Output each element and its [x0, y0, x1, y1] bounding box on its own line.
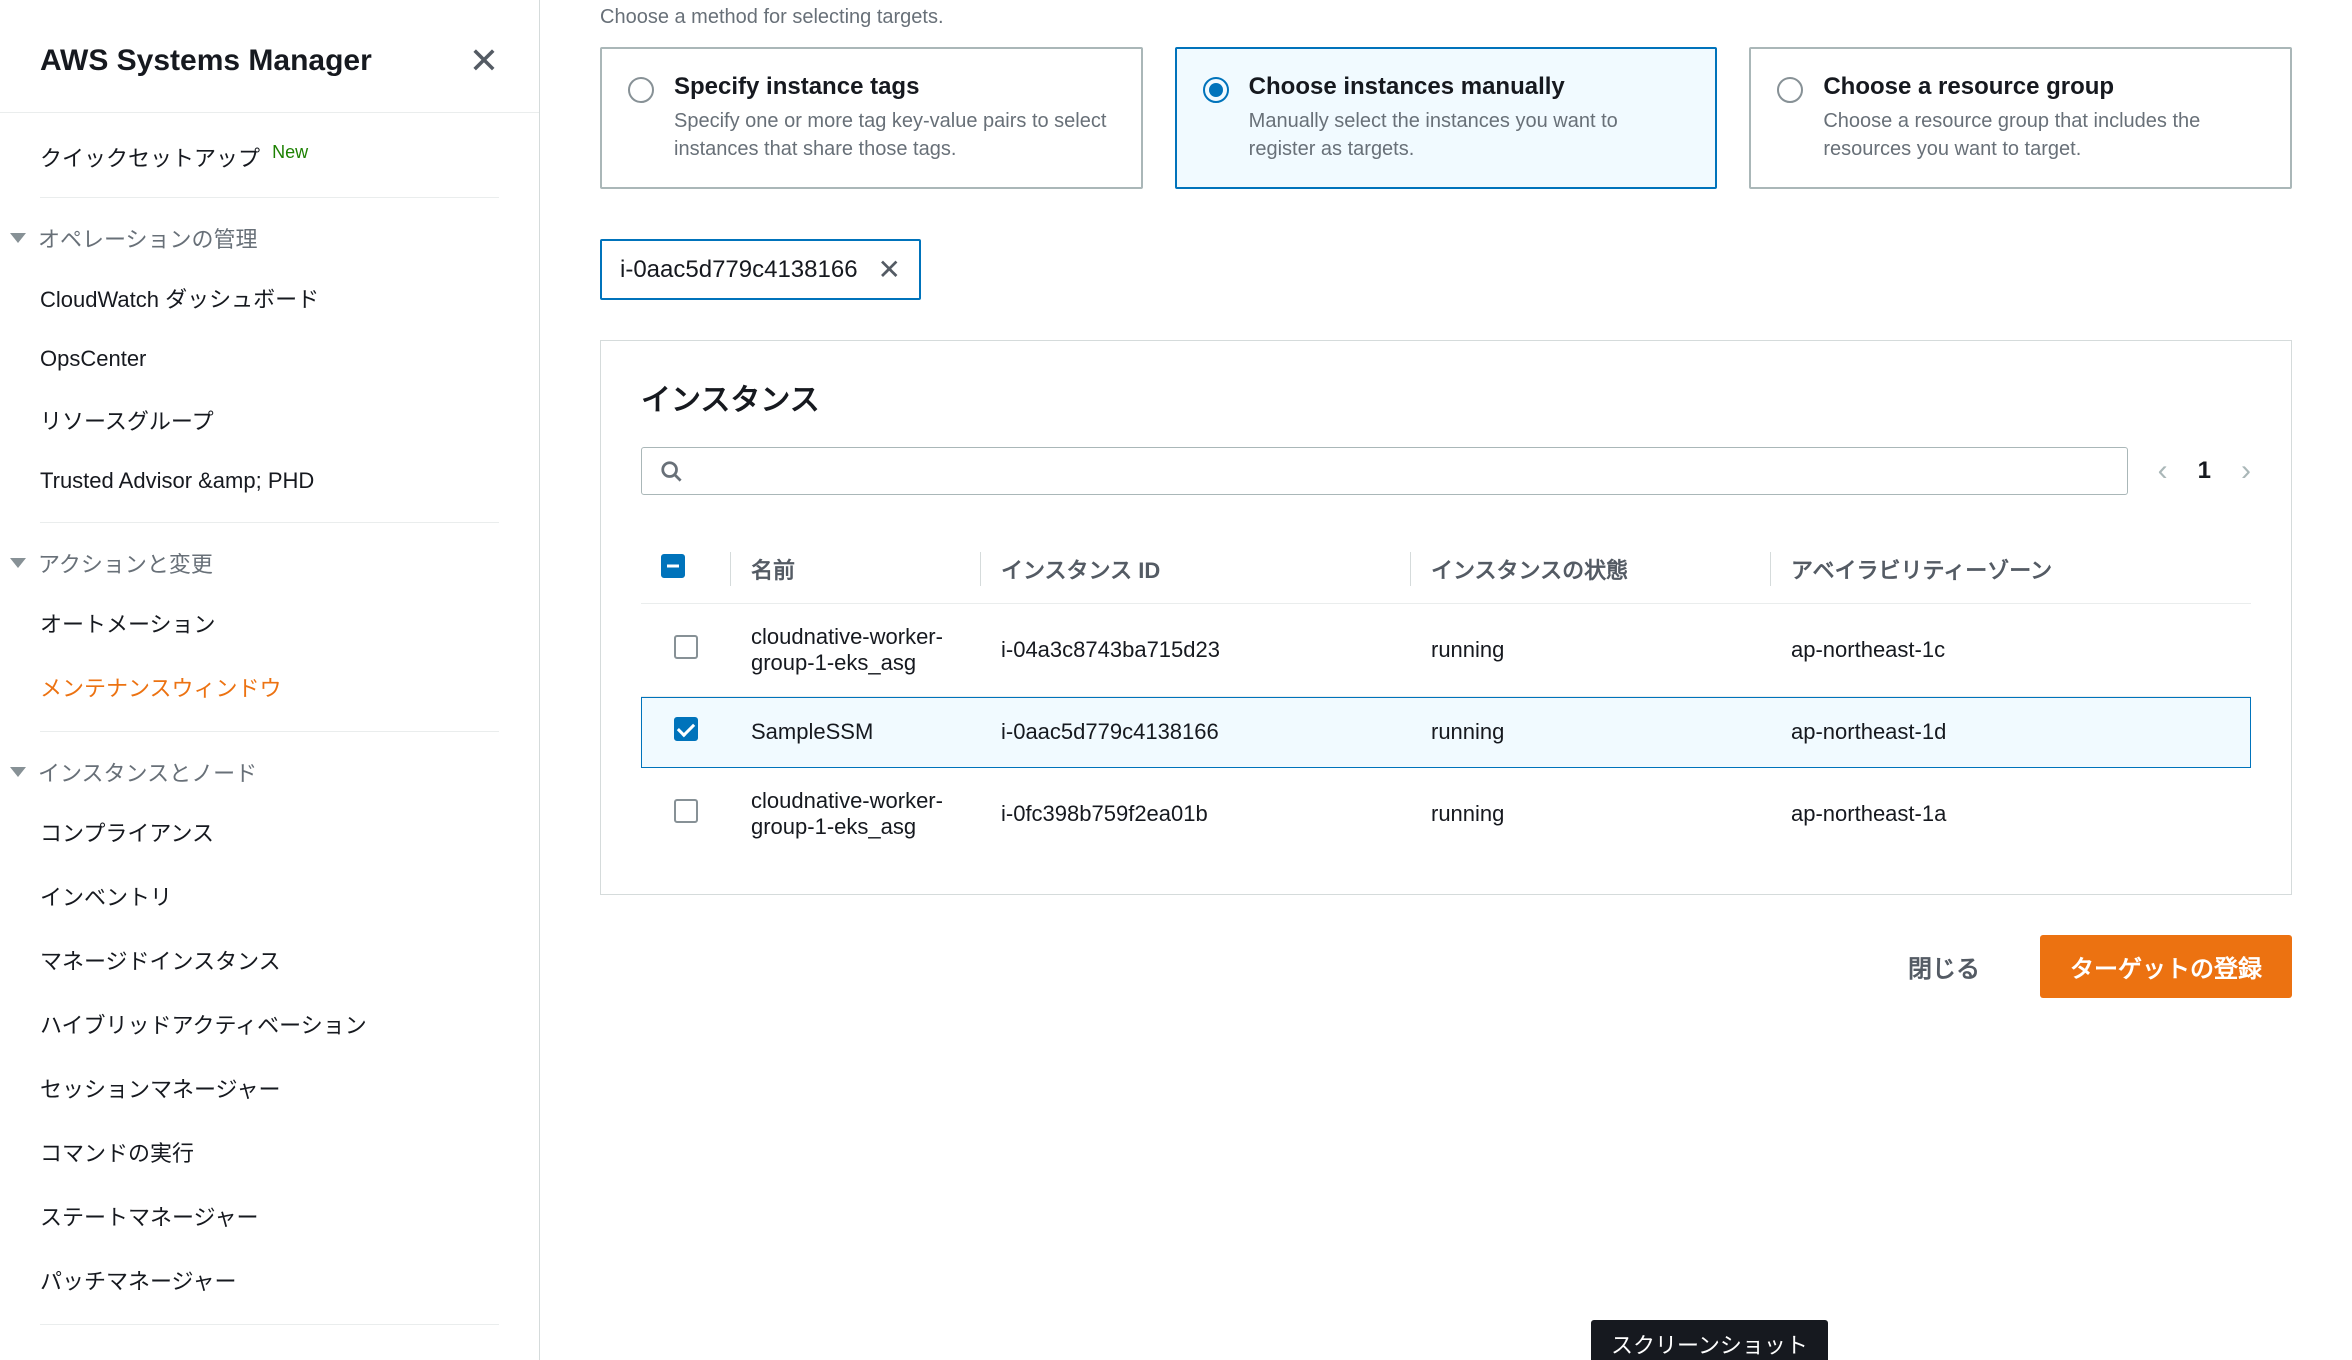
- page-number: 1: [2198, 457, 2211, 485]
- sidebar-item[interactable]: ハイブリッドアクティベーション: [0, 992, 539, 1056]
- screenshot-tooltip: スクリーンショット: [1591, 1320, 1828, 1360]
- sidebar: AWS Systems Manager ✕ クイックセットアップ New オペレ…: [0, 0, 540, 1360]
- sidebar-title: AWS Systems Manager: [40, 44, 372, 78]
- card-title: Specify instance tags: [674, 73, 1115, 101]
- chevron-right-icon[interactable]: ›: [2241, 454, 2251, 488]
- sidebar-item[interactable]: オートメーション: [0, 591, 539, 655]
- sidebar-header: AWS Systems Manager ✕: [0, 40, 539, 113]
- sidebar-item[interactable]: コマンドの実行: [0, 1120, 539, 1184]
- chevron-left-icon[interactable]: ‹: [2158, 454, 2168, 488]
- hint-text: Choose a method for selecting targets.: [600, 0, 2292, 47]
- cell-id: i-0aac5d779c4138166: [981, 697, 1411, 768]
- card-text: Choose instances manually Manually selec…: [1249, 73, 1690, 163]
- sidebar-item[interactable]: コンプライアンス: [0, 800, 539, 864]
- cancel-button[interactable]: 閉じる: [1878, 935, 2010, 998]
- sidebar-section-header[interactable]: アクションと変更: [0, 523, 539, 591]
- radio-icon: [1203, 77, 1229, 103]
- divider: [40, 1324, 499, 1325]
- cell-state: running: [1411, 604, 1771, 697]
- cell-name: cloudnative-worker-group-1-eks_asg: [731, 768, 981, 861]
- token-remove-icon[interactable]: ✕: [878, 253, 901, 286]
- card-desc: Choose a resource group that includes th…: [1823, 107, 2264, 163]
- panel-title: インスタンス: [641, 375, 2251, 419]
- sidebar-section-label: アクションと変更: [38, 547, 213, 579]
- cell-state: running: [1411, 697, 1771, 768]
- instance-token[interactable]: i-0aac5d779c4138166 ✕: [600, 239, 921, 300]
- row-checkbox[interactable]: [674, 717, 698, 741]
- sidebar-section-header[interactable]: オペレーションの管理: [0, 198, 539, 266]
- cell-name: cloudnative-worker-group-1-eks_asg: [731, 604, 981, 697]
- radio-icon: [1777, 77, 1803, 103]
- sidebar-item[interactable]: パッチマネージャー: [0, 1248, 539, 1312]
- sidebar-item[interactable]: セッションマネージャー: [0, 1056, 539, 1120]
- sidebar-item[interactable]: マネージドインスタンス: [0, 928, 539, 992]
- sidebar-item[interactable]: OpsCenter: [0, 330, 539, 388]
- card-title: Choose a resource group: [1823, 73, 2264, 101]
- cell-az: ap-northeast-1c: [1771, 604, 2251, 697]
- cell-id: i-0fc398b759f2ea01b: [981, 768, 1411, 861]
- sidebar-quick-setup-label: クイックセットアップ: [40, 146, 260, 171]
- footer: 閉じる ターゲットの登録: [600, 895, 2292, 1038]
- instances-table: 名前 インスタンス ID インスタンスの状態 アベイラビリティーゾーン clou…: [641, 535, 2251, 860]
- card-desc: Specify one or more tag key-value pairs …: [674, 107, 1115, 163]
- target-method-card[interactable]: Choose instances manually Manually selec…: [1175, 47, 1718, 189]
- close-icon[interactable]: ✕: [469, 40, 499, 82]
- sidebar-quick-setup[interactable]: クイックセットアップ New: [40, 113, 499, 198]
- instances-panel: インスタンス ‹ 1 › 名前 インスタンス ID インスタンスの状態 アベイラ…: [600, 340, 2292, 895]
- table-row[interactable]: cloudnative-worker-group-1-eks_asg i-0fc…: [641, 768, 2251, 861]
- sidebar-item[interactable]: ステートマネージャー: [0, 1184, 539, 1248]
- sidebar-item[interactable]: CloudWatch ダッシュボード: [0, 266, 539, 330]
- sidebar-section-label: インスタンスとノード: [38, 756, 257, 788]
- card-text: Specify instance tags Specify one or mor…: [674, 73, 1115, 163]
- sidebar-section-header[interactable]: インスタンスとノード: [0, 732, 539, 800]
- submit-button[interactable]: ターゲットの登録: [2040, 935, 2292, 998]
- pagination: ‹ 1 ›: [2158, 454, 2251, 488]
- search-row: ‹ 1 ›: [641, 447, 2251, 495]
- radio-icon: [628, 77, 654, 103]
- target-method-cards: Specify instance tags Specify one or mor…: [600, 47, 2292, 189]
- sidebar-item[interactable]: メンテナンスウィンドウ: [0, 655, 539, 719]
- token-label: i-0aac5d779c4138166: [620, 256, 858, 284]
- col-header-id[interactable]: インスタンス ID: [981, 535, 1411, 604]
- cell-az: ap-northeast-1a: [1771, 768, 2251, 861]
- cell-name: SampleSSM: [731, 697, 981, 768]
- sidebar-item[interactable]: リソースグループ: [0, 388, 539, 452]
- sidebar-item[interactable]: インベントリ: [0, 864, 539, 928]
- table-row[interactable]: SampleSSM i-0aac5d779c4138166 running ap…: [641, 697, 2251, 768]
- search-input[interactable]: [641, 447, 2128, 495]
- row-checkbox[interactable]: [674, 799, 698, 823]
- caret-down-icon: [10, 558, 26, 568]
- target-method-card[interactable]: Specify instance tags Specify one or mor…: [600, 47, 1143, 189]
- card-desc: Manually select the instances you want t…: [1249, 107, 1690, 163]
- sidebar-section-label: オペレーションの管理: [38, 222, 258, 254]
- caret-down-icon: [10, 233, 26, 243]
- card-title: Choose instances manually: [1249, 73, 1690, 101]
- card-text: Choose a resource group Choose a resourc…: [1823, 73, 2264, 163]
- col-header-az[interactable]: アベイラビリティーゾーン: [1771, 535, 2251, 604]
- caret-down-icon: [10, 767, 26, 777]
- col-header-name[interactable]: 名前: [731, 535, 981, 604]
- main-content: Choose a method for selecting targets. S…: [540, 0, 2352, 1360]
- col-header-state[interactable]: インスタンスの状態: [1411, 535, 1771, 604]
- new-badge: New: [272, 142, 308, 162]
- target-method-card[interactable]: Choose a resource group Choose a resourc…: [1749, 47, 2292, 189]
- row-checkbox[interactable]: [674, 635, 698, 659]
- cell-id: i-04a3c8743ba715d23: [981, 604, 1411, 697]
- select-all-checkbox[interactable]: [661, 554, 685, 578]
- sidebar-item[interactable]: Trusted Advisor &amp; PHD: [0, 452, 539, 510]
- table-row[interactable]: cloudnative-worker-group-1-eks_asg i-04a…: [641, 604, 2251, 697]
- cell-state: running: [1411, 768, 1771, 861]
- cell-az: ap-northeast-1d: [1771, 697, 2251, 768]
- search-icon: [660, 460, 682, 482]
